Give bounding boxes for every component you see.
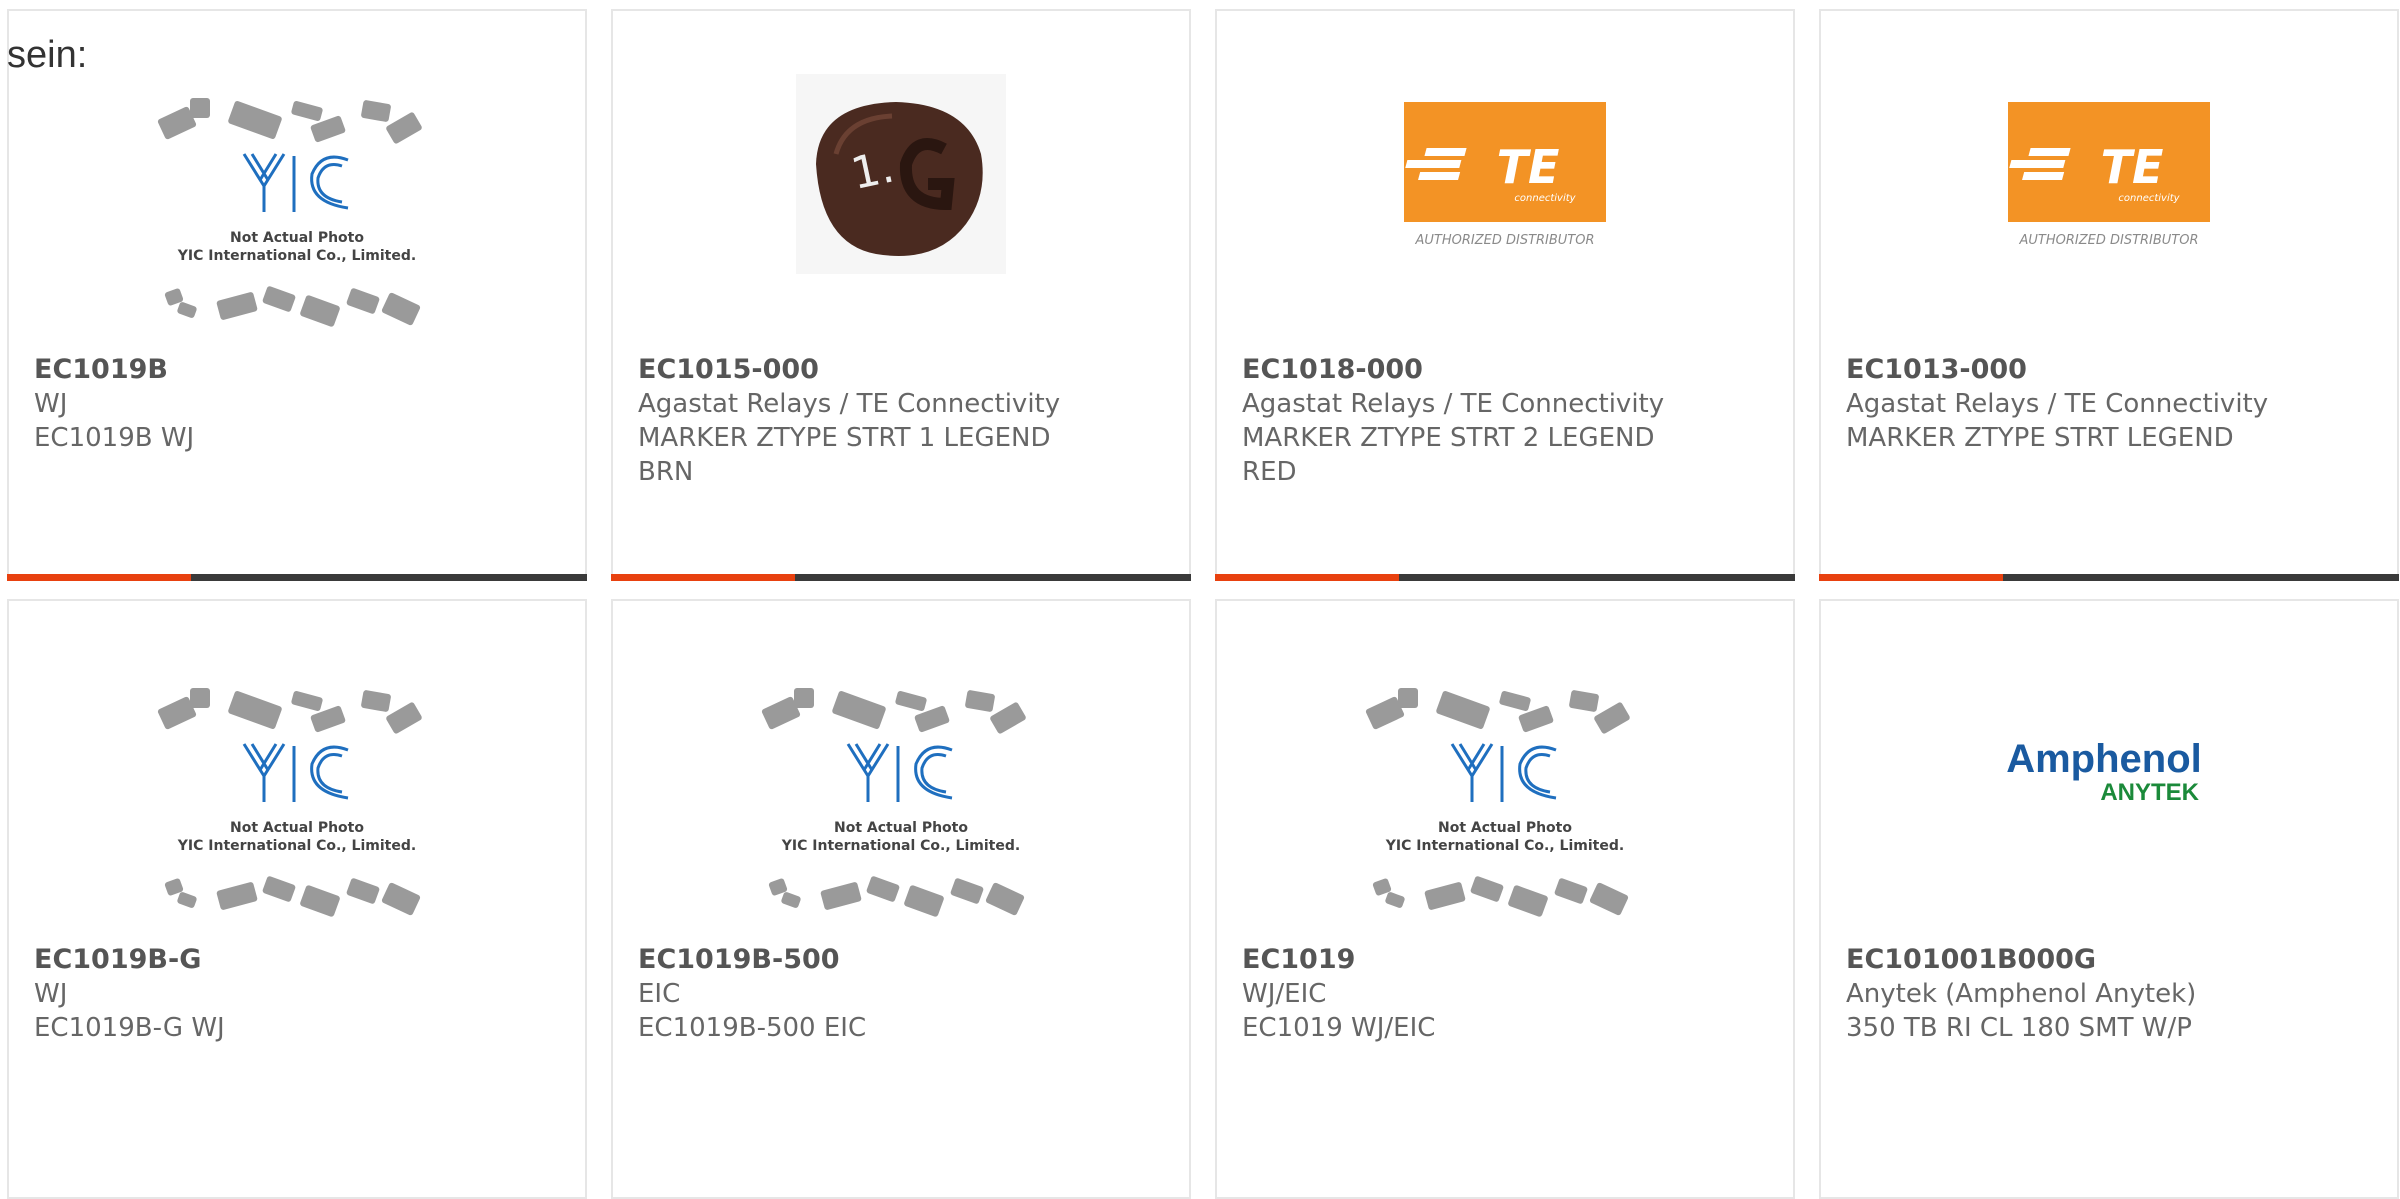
product-image[interactable]: TE connectivity AUTHORIZED DISTRIBUTOR bbox=[1821, 98, 2397, 368]
product-info: EC1019 WJ/EIC EC1019 WJ/EIC bbox=[1242, 943, 1773, 1045]
part-number[interactable]: EC1018-000 bbox=[1242, 353, 1773, 387]
photo-caption-line1: Not Actual Photo bbox=[230, 820, 364, 836]
intro-text: sein: bbox=[7, 34, 88, 76]
card-accent-bar bbox=[1819, 574, 2003, 581]
card-bottom-bar bbox=[1215, 574, 1795, 581]
amphenol-brand-text: Amphenol bbox=[2006, 737, 2202, 781]
part-number[interactable]: EC1019B-G bbox=[34, 943, 565, 977]
card-bottom-bar bbox=[7, 574, 587, 581]
part-number[interactable]: EC1015-000 bbox=[638, 353, 1169, 387]
product-image[interactable]: Not Actual Photo YIC International Co., … bbox=[613, 684, 1189, 954]
manufacturer: WJ/EIC bbox=[1242, 979, 1327, 1009]
manufacturer: WJ bbox=[34, 979, 68, 1009]
manufacturer: Anytek (Amphenol Anytek) bbox=[1846, 979, 2197, 1009]
photo-caption-line1: Not Actual Photo bbox=[230, 230, 364, 246]
product-info: EC1018-000 Agastat Relays / TE Connectiv… bbox=[1242, 353, 1773, 489]
photo-caption-line2: YIC International Co., Limited. bbox=[781, 838, 1020, 854]
card-accent-bar bbox=[611, 574, 795, 581]
product-card[interactable]: Not Actual Photo YIC International Co., … bbox=[1215, 599, 1795, 1199]
part-number[interactable]: EC101001B000G bbox=[1846, 943, 2377, 977]
yic-placeholder-image: Not Actual Photo YIC International Co., … bbox=[157, 688, 422, 917]
amphenol-logo: Amphenol ANYTEK bbox=[2006, 737, 2202, 806]
product-card[interactable]: 1. EC1015-000 Agastat Relays / TE Connec… bbox=[611, 9, 1191, 581]
product-info: EC1019B WJ EC1019B WJ bbox=[34, 353, 565, 455]
part-number[interactable]: EC1013-000 bbox=[1846, 353, 2377, 387]
te-sub-text: connectivity bbox=[1514, 193, 1576, 204]
card-bottom-bar bbox=[611, 574, 1191, 581]
manufacturer: Agastat Relays / TE Connectivity bbox=[638, 389, 1061, 419]
photo-caption-line1: Not Actual Photo bbox=[1438, 820, 1572, 836]
product-card[interactable]: TE connectivity AUTHORIZED DISTRIBUTOR E… bbox=[1819, 9, 2399, 581]
card-accent-bar bbox=[7, 574, 191, 581]
photo-caption-line2: YIC International Co., Limited. bbox=[177, 838, 416, 854]
description: EC1019B-G WJ bbox=[34, 1013, 225, 1043]
part-number[interactable]: EC1019B bbox=[34, 353, 565, 387]
manufacturer: Agastat Relays / TE Connectivity bbox=[1846, 389, 2269, 419]
product-card[interactable]: Not Actual Photo YIC International Co., … bbox=[611, 599, 1191, 1199]
product-image[interactable]: 1. bbox=[613, 74, 1189, 344]
photo-caption-line2: YIC International Co., Limited. bbox=[1385, 838, 1624, 854]
te-sub-text: connectivity bbox=[2118, 193, 2180, 204]
product-image[interactable]: Not Actual Photo YIC International Co., … bbox=[9, 684, 585, 954]
product-info: EC1019B-500 EIC EC1019B-500 EIC bbox=[638, 943, 1169, 1045]
card-bottom-bar bbox=[1819, 574, 2399, 581]
card-accent-bar bbox=[1215, 574, 1399, 581]
te-brand-text: TE bbox=[2101, 140, 2164, 194]
product-info: EC101001B000G Anytek (Amphenol Anytek) 3… bbox=[1846, 943, 2377, 1045]
product-info: EC1015-000 Agastat Relays / TE Connectiv… bbox=[638, 353, 1169, 489]
product-image[interactable]: Not Actual Photo YIC International Co., … bbox=[1217, 684, 1793, 954]
description: 350 TB RI CL 180 SMT W/P bbox=[1846, 1013, 2192, 1043]
yic-placeholder-image: Not Actual Photo YIC International Co., … bbox=[1365, 688, 1630, 917]
product-card[interactable]: Amphenol ANYTEK EC101001B000G Anytek (Am… bbox=[1819, 599, 2399, 1199]
part-number[interactable]: EC1019B-500 bbox=[638, 943, 1169, 977]
description: EC1019B WJ bbox=[34, 423, 195, 453]
yic-placeholder-image: Not Actual Photo YIC International Co., … bbox=[761, 688, 1026, 917]
anytek-sub-text: ANYTEK bbox=[2100, 779, 2199, 806]
product-image[interactable]: TE connectivity AUTHORIZED DISTRIBUTOR bbox=[1217, 98, 1793, 368]
description: EC1019B-500 EIC bbox=[638, 1013, 867, 1043]
description: MARKER ZTYPE STRT 1 LEGEND BRN bbox=[638, 423, 1051, 487]
te-logo: TE connectivity AUTHORIZED DISTRIBUTOR bbox=[2008, 102, 2210, 248]
yic-placeholder-image: Not Actual Photo YIC International Co., … bbox=[157, 98, 422, 327]
manufacturer: Agastat Relays / TE Connectivity bbox=[1242, 389, 1665, 419]
manufacturer: WJ bbox=[34, 389, 68, 419]
te-brand-text: TE bbox=[1497, 140, 1560, 194]
description: MARKER ZTYPE STRT LEGEND bbox=[1846, 423, 2234, 453]
product-card[interactable]: Not Actual Photo YIC International Co., … bbox=[7, 9, 587, 581]
product-card[interactable]: Not Actual Photo YIC International Co., … bbox=[7, 599, 587, 1199]
part-number[interactable]: EC1019 bbox=[1242, 943, 1773, 977]
te-tagline: AUTHORIZED DISTRIBUTOR bbox=[1414, 233, 1594, 248]
description: MARKER ZTYPE STRT 2 LEGEND RED bbox=[1242, 423, 1655, 487]
te-tagline: AUTHORIZED DISTRIBUTOR bbox=[2018, 233, 2198, 248]
product-info: EC1013-000 Agastat Relays / TE Connectiv… bbox=[1846, 353, 2377, 455]
product-card[interactable]: TE connectivity AUTHORIZED DISTRIBUTOR E… bbox=[1215, 9, 1795, 581]
photo-caption-line1: Not Actual Photo bbox=[834, 820, 968, 836]
photo-caption-line2: YIC International Co., Limited. bbox=[177, 248, 416, 264]
manufacturer: EIC bbox=[638, 979, 681, 1009]
cable-marker-image: 1. bbox=[796, 74, 1006, 274]
product-image[interactable]: Not Actual Photo YIC International Co., … bbox=[9, 94, 585, 364]
te-logo: TE connectivity AUTHORIZED DISTRIBUTOR bbox=[1404, 102, 1606, 248]
product-info: EC1019B-G WJ EC1019B-G WJ bbox=[34, 943, 565, 1045]
description: EC1019 WJ/EIC bbox=[1242, 1013, 1436, 1043]
